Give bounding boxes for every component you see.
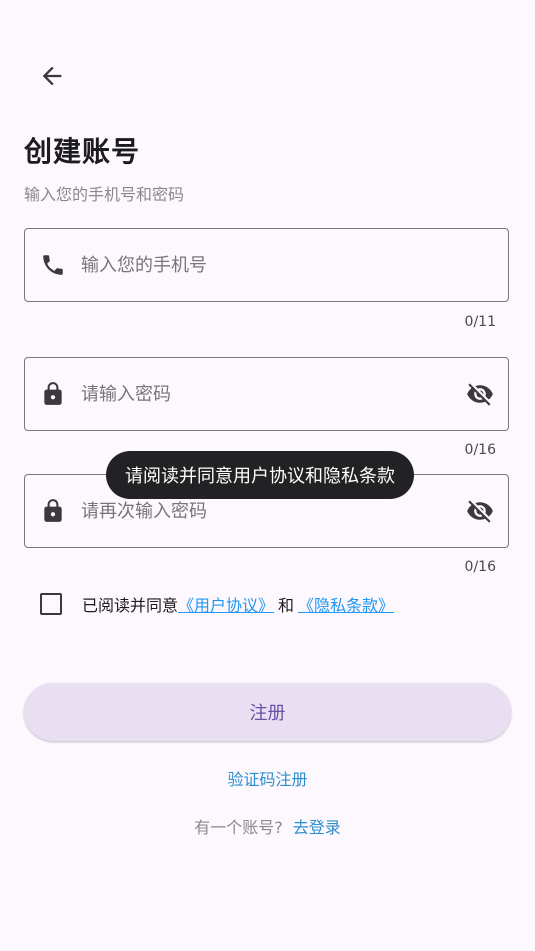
password-input[interactable] <box>81 358 452 430</box>
login-row: 有一个账号? 去登录 <box>0 814 535 838</box>
back-button[interactable] <box>28 52 76 100</box>
visibility-off-icon[interactable] <box>452 497 508 525</box>
sms-register-link[interactable]: 验证码注册 <box>0 766 535 790</box>
register-button[interactable]: 注册 <box>24 683 511 741</box>
privacy-policy-link[interactable]: 《隐私条款》 <box>298 592 394 616</box>
phone-char-counter: 0/11 <box>464 314 496 330</box>
agreement-row: 已阅读并同意 《用户协议》 和 《隐私条款》 <box>40 592 394 616</box>
lock-icon <box>25 381 81 407</box>
password-field[interactable] <box>24 357 509 431</box>
toast-message: 请阅读并同意用户协议和隐私条款 <box>106 451 414 499</box>
confirm-password-char-counter: 0/16 <box>464 559 496 575</box>
has-account-text: 有一个账号? <box>194 818 283 837</box>
phone-input[interactable] <box>81 229 508 301</box>
lock-icon <box>25 498 81 524</box>
login-link[interactable]: 去登录 <box>293 818 341 837</box>
user-agreement-link[interactable]: 《用户协议》 <box>178 592 274 616</box>
page-subtitle: 输入您的手机号和密码 <box>24 185 185 204</box>
agreement-checkbox[interactable] <box>40 593 62 615</box>
password-char-counter: 0/16 <box>464 442 496 458</box>
page-title: 创建账号 <box>24 135 141 168</box>
phone-field[interactable] <box>24 228 509 302</box>
agreement-conjunction: 和 <box>278 596 295 615</box>
arrow-back-icon <box>42 66 62 86</box>
agreement-prefix: 已阅读并同意 <box>82 596 179 615</box>
visibility-off-icon[interactable] <box>452 380 508 408</box>
sms-register-label[interactable]: 验证码注册 <box>227 770 307 789</box>
phone-icon <box>25 252 81 278</box>
